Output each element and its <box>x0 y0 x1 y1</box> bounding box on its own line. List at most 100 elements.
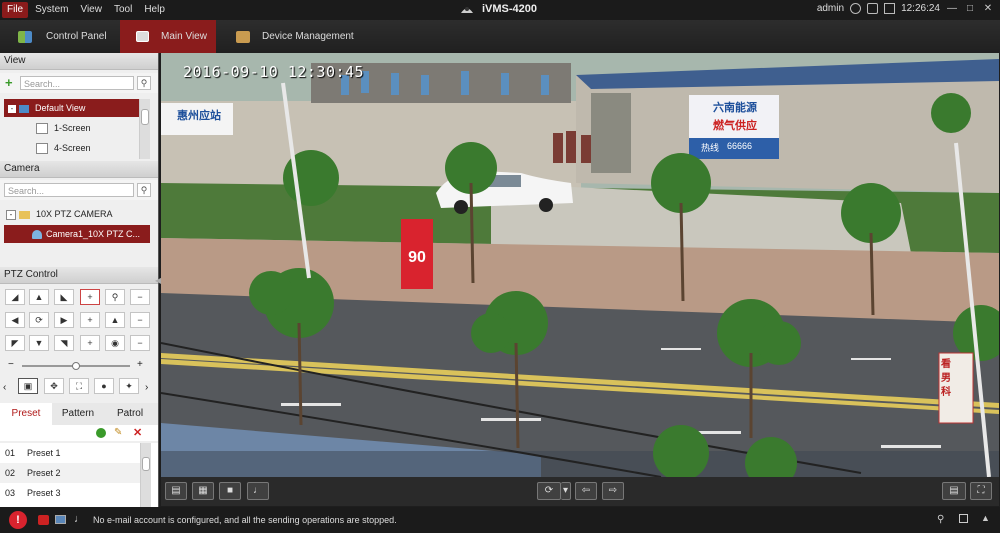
wiper-icon[interactable]: ⛶ <box>69 378 89 394</box>
tree-4-screen[interactable]: 4-Screen <box>36 139 91 157</box>
previous-page-icon[interactable]: ⇦ <box>575 482 597 500</box>
cpu-icon[interactable] <box>884 3 896 14</box>
save-icon[interactable]: ▤ <box>165 482 187 500</box>
add-view-icon[interactable]: + <box>5 76 13 89</box>
zoom-in-button[interactable]: + <box>80 289 100 305</box>
light-icon[interactable]: ✥ <box>44 378 64 394</box>
delete-preset-icon[interactable]: ✕ <box>133 426 142 439</box>
tree-default-view[interactable]: - Default View <box>4 99 142 117</box>
maximize-button[interactable]: □ <box>964 3 976 14</box>
pin-icon[interactable]: ⚲ <box>937 514 944 525</box>
focus-near-button[interactable]: + <box>80 312 100 328</box>
collapse-icon[interactable]: - <box>6 210 16 220</box>
view-section-header[interactable]: View <box>0 53 158 70</box>
stop-all-icon[interactable]: ■ <box>219 482 241 500</box>
preset-row[interactable]: 02 Preset 2 <box>0 463 148 483</box>
menu-view[interactable]: View <box>75 2 107 18</box>
tab-device-management[interactable]: Device Management <box>236 20 366 53</box>
auto-scan-icon[interactable]: ⟳ <box>29 312 49 328</box>
iris-close-button[interactable]: − <box>130 335 150 351</box>
speed-slider-track[interactable] <box>22 362 130 370</box>
tree-1-screen[interactable]: 1-Screen <box>36 119 91 137</box>
ptz-up-right-button[interactable]: ◣ <box>54 289 74 305</box>
live-video-pane[interactable]: 2016-09-10 12:30:45 惠州应站 六南能源 燃气供应 热线 66… <box>161 53 999 477</box>
search-icon[interactable]: ⚲ <box>137 76 151 90</box>
menu-file[interactable]: File <box>2 2 29 18</box>
monitor-status-icon[interactable] <box>55 515 66 524</box>
grid-icon <box>18 30 32 43</box>
scroll-thumb[interactable] <box>141 109 149 125</box>
tree-camera-group[interactable]: - 10X PTZ CAMERA <box>6 205 113 223</box>
restore-panel-icon[interactable] <box>959 514 968 523</box>
fullscreen-icon[interactable]: ⛶ <box>970 482 992 500</box>
zoom-icon[interactable]: ⚲ <box>105 289 125 305</box>
camera-search-input[interactable]: Search... <box>4 183 134 197</box>
warning-icon[interactable]: ! <box>9 511 27 529</box>
preset-number: 02 <box>5 468 16 478</box>
ptz-section-header[interactable]: PTZ Control <box>0 267 158 284</box>
expand-icon[interactable]: ▲ <box>981 513 990 523</box>
collapse-icon[interactable]: - <box>8 105 16 113</box>
call-preset-icon[interactable] <box>96 428 106 438</box>
tab-patrol[interactable]: Patrol <box>104 403 156 425</box>
layout-select-icon[interactable]: ▤ <box>942 482 966 500</box>
lock-icon[interactable] <box>867 3 879 14</box>
ptz-left-button[interactable]: ◀ <box>5 312 25 328</box>
bulb-icon[interactable]: ● <box>94 378 114 394</box>
alarm-icon[interactable] <box>850 3 862 14</box>
ptz-subtabs: Preset Pattern Patrol <box>0 403 158 427</box>
layout-4-icon <box>36 143 48 155</box>
multi-view-icon[interactable]: ▦ <box>192 482 214 500</box>
ptz-down-button[interactable]: ▼ <box>29 335 49 351</box>
iris-icon[interactable]: ◉ <box>105 335 125 351</box>
view-scrollbar[interactable] <box>139 99 150 159</box>
ptz-up-button[interactable]: ▲ <box>29 289 49 305</box>
preset-row[interactable]: 01 Preset 1 <box>0 443 148 463</box>
ptz-down-left-button[interactable]: ◤ <box>5 335 25 351</box>
speed-minus-icon[interactable]: − <box>8 359 14 370</box>
search-icon[interactable]: ⚲ <box>137 183 151 197</box>
menu-system[interactable]: System <box>30 2 73 18</box>
speed-slider-thumb[interactable] <box>71 362 80 370</box>
view-search-input[interactable]: Search... <box>20 76 134 90</box>
close-button[interactable]: ✕ <box>982 3 994 14</box>
preset-row[interactable]: 03 Preset 3 <box>0 483 148 503</box>
ptz-down-right-button[interactable]: ◥ <box>54 335 74 351</box>
dropdown-arrow-icon[interactable]: ▾ <box>561 482 571 500</box>
video-osd-timestamp: 2016-09-10 12:30:45 <box>183 63 365 81</box>
3d-zoom-icon[interactable]: ▣ <box>18 378 38 394</box>
user-name[interactable]: admin <box>817 3 844 14</box>
speed-plus-icon[interactable]: + <box>137 359 143 370</box>
scroll-thumb[interactable] <box>142 457 150 471</box>
edit-preset-icon[interactable]: ✎ <box>114 427 122 438</box>
tab-main-view[interactable]: Main View <box>120 20 216 53</box>
next-page-icon[interactable]: ⇨ <box>602 482 624 500</box>
camera-scene <box>161 53 999 477</box>
ptz-up-left-button[interactable]: ◢ <box>5 289 25 305</box>
scroll-left-icon[interactable]: ‹ <box>3 382 6 393</box>
tab-preset[interactable]: Preset <box>0 403 52 427</box>
ptz-right-button[interactable]: ▶ <box>54 312 74 328</box>
minimize-button[interactable]: — <box>946 3 958 14</box>
preset-name: Preset 1 <box>27 448 61 458</box>
tree-camera-1[interactable]: Camera1_10X PTZ C... <box>4 225 150 243</box>
tab-pattern[interactable]: Pattern <box>52 403 104 425</box>
status-message: No e-mail account is configured, and all… <box>93 515 397 525</box>
auto-switch-icon[interactable]: ⟳ <box>537 482 561 500</box>
focus-far-button[interactable]: − <box>130 312 150 328</box>
zoom-out-button[interactable]: − <box>130 289 150 305</box>
preset-scrollbar[interactable] <box>140 443 151 507</box>
menu-tool[interactable]: Tool <box>109 2 137 18</box>
sound-icon[interactable]: ♩ <box>74 513 85 525</box>
app-logo-icon <box>461 7 473 13</box>
scroll-right-icon[interactable]: › <box>145 382 148 393</box>
camera-section-header[interactable]: Camera <box>0 161 158 178</box>
volume-icon[interactable]: ♩ <box>247 482 269 500</box>
one-touch-icon[interactable]: ✦ <box>119 378 139 394</box>
iris-open-button[interactable]: + <box>80 335 100 351</box>
menu-help[interactable]: Help <box>139 2 170 18</box>
alarm-status-icon[interactable] <box>38 515 49 525</box>
focus-icon[interactable]: ▲ <box>105 312 125 328</box>
device-icon <box>236 30 250 43</box>
tab-control-panel[interactable]: Control Panel <box>18 20 118 53</box>
